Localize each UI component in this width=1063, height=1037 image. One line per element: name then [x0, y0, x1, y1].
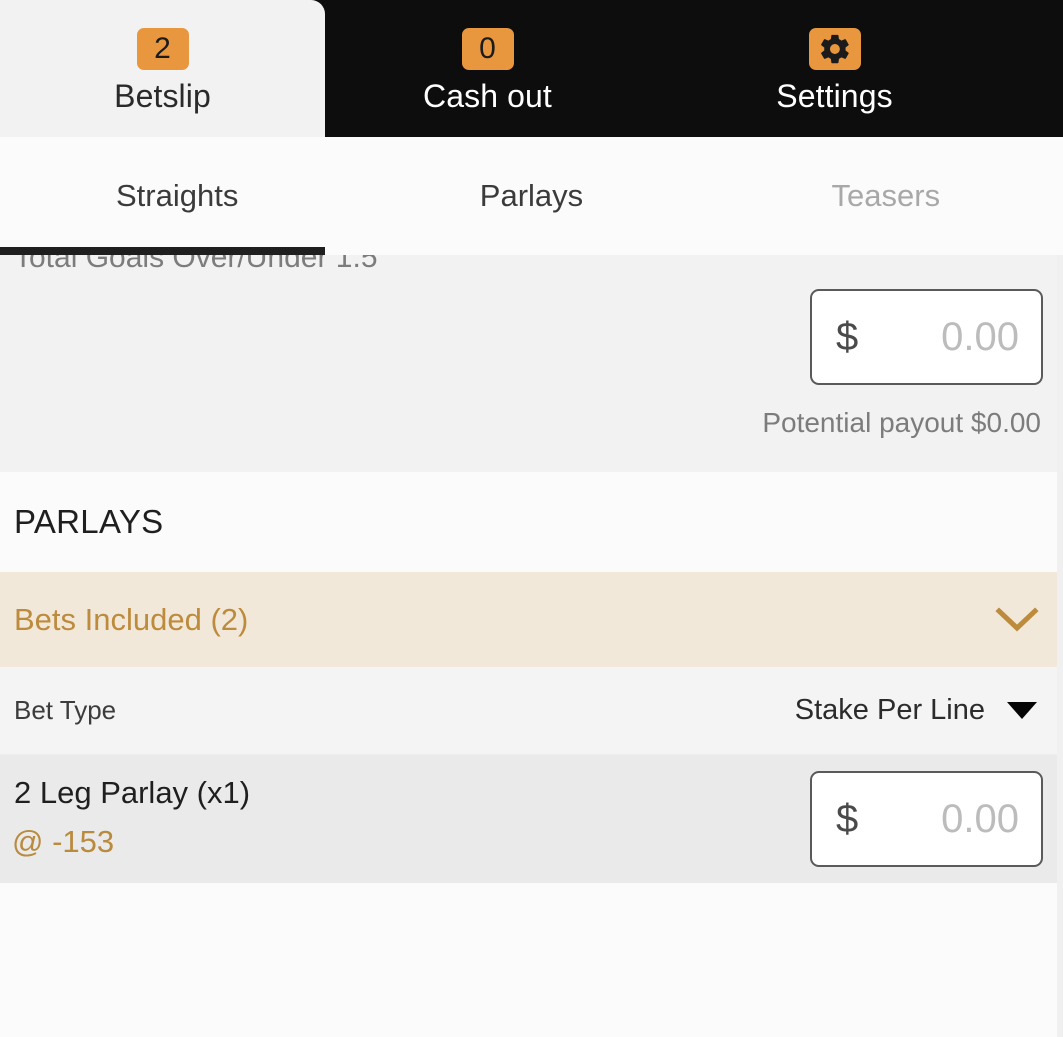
parlay-name: 2 Leg Parlay (x1) — [14, 775, 251, 810]
straight-bet-card: Total Goals Over/Under 1.5 $ 0.00 Potent… — [0, 255, 1063, 472]
currency-symbol: $ — [836, 315, 859, 359]
parlays-section-header: PARLAYS — [0, 472, 1063, 572]
vertical-scrollbar[interactable] — [1057, 255, 1063, 1037]
parlay-row: 2 Leg Parlay (x1) @ -153 $ 0.00 — [0, 755, 1063, 883]
tab-parlays-label: Parlays — [479, 178, 584, 213]
betslip-count-badge: 2 — [136, 28, 189, 71]
straight-stake-value: 0.00 — [941, 315, 1019, 359]
tab-teasers-label: Teasers — [831, 178, 941, 213]
chevron-down-icon[interactable] — [995, 606, 1039, 633]
parlay-odds: @ -153 — [12, 824, 115, 859]
tab-parlays[interactable]: Parlays — [354, 137, 708, 255]
caret-down-icon[interactable] — [1007, 702, 1037, 719]
top-nav: 2 Betslip 0 Cash out Settings — [0, 0, 1063, 137]
nav-tab-settings[interactable]: Settings — [650, 0, 1019, 137]
straight-bet-title: Total Goals Over/Under 1.5 — [14, 255, 378, 274]
potential-payout-value: $0.00 — [970, 407, 1041, 438]
nav-tab-cashout[interactable]: 0 Cash out — [325, 0, 650, 137]
currency-symbol: $ — [836, 797, 859, 841]
potential-payout-label: Potential payout — [762, 407, 964, 438]
nav-tab-cashout-label: Cash out — [423, 78, 552, 115]
parlay-stake-input[interactable]: $ 0.00 — [810, 771, 1043, 867]
nav-tab-betslip-label: Betslip — [114, 78, 211, 115]
bets-included-label: Bets Included (2) — [14, 601, 249, 637]
straight-stake-input[interactable]: $ 0.00 — [810, 289, 1043, 385]
gear-icon — [808, 28, 861, 71]
active-tab-indicator — [0, 247, 325, 255]
bet-type-tabs: Straights Parlays Teasers — [0, 137, 1063, 255]
betslip-app: 2 Betslip 0 Cash out Settings Straights … — [0, 0, 1063, 1037]
parlays-section-title: PARLAYS — [14, 503, 164, 540]
potential-payout: Potential payout $0.00 — [762, 407, 1041, 439]
betslip-scroll-area[interactable]: Total Goals Over/Under 1.5 $ 0.00 Potent… — [0, 255, 1063, 1037]
tab-straights[interactable]: Straights — [0, 137, 354, 255]
nav-tab-settings-label: Settings — [776, 78, 893, 115]
bet-type-select[interactable]: Stake Per Line — [795, 694, 985, 727]
tab-straights-label: Straights — [115, 178, 239, 213]
bet-type-row: Bet Type Stake Per Line — [0, 667, 1063, 755]
bet-type-label: Bet Type — [14, 695, 117, 725]
parlay-stake-value: 0.00 — [941, 797, 1019, 841]
cashout-count-badge: 0 — [461, 28, 514, 71]
nav-tab-betslip[interactable]: 2 Betslip — [0, 0, 325, 137]
empty-area — [0, 883, 1063, 1037]
tab-teasers[interactable]: Teasers — [709, 137, 1063, 255]
bets-included-bar[interactable]: Bets Included (2) — [0, 572, 1063, 667]
